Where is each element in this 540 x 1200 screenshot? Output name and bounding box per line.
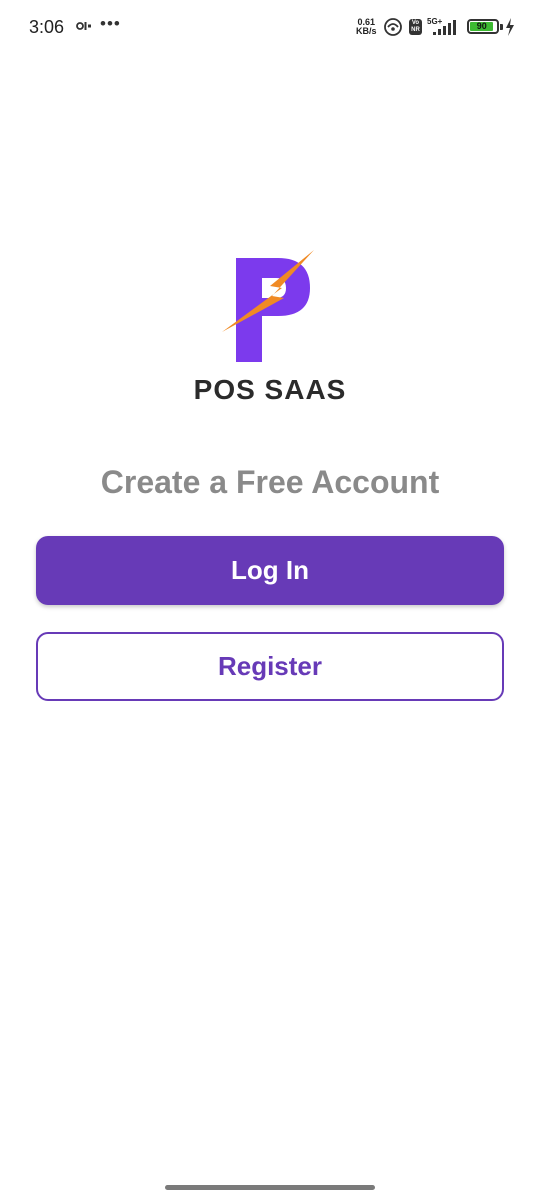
battery-level: 90 — [470, 22, 494, 31]
activity-icon — [76, 22, 91, 30]
battery-cap — [500, 24, 503, 30]
bolt-icon — [506, 18, 514, 36]
register-button[interactable]: Register — [36, 632, 504, 701]
pos-saas-logo — [222, 250, 314, 362]
net-speed-unit: KB/s — [356, 26, 377, 36]
page-title: Create a Free Account — [100, 464, 440, 500]
battery-icon: 90 — [467, 19, 499, 34]
login-button[interactable]: Log In — [36, 536, 504, 605]
more-dots-icon: ••• — [100, 14, 121, 33]
status-bar: 3:06 ••• 0.61 KB/s Vo NR 5G+ 90 — [0, 0, 540, 54]
home-indicator[interactable] — [165, 1185, 375, 1190]
volte-label-top: Vo — [411, 20, 420, 26]
hotspot-icon — [384, 18, 402, 36]
net-speed: 0.61 KB/s — [356, 18, 377, 36]
brand-name: POS SAAS — [193, 374, 347, 405]
signal-icon — [433, 20, 456, 35]
status-time: 3:06 — [29, 17, 65, 37]
volte-label-bottom: NR — [411, 27, 420, 33]
volte-icon: Vo NR — [409, 19, 422, 35]
